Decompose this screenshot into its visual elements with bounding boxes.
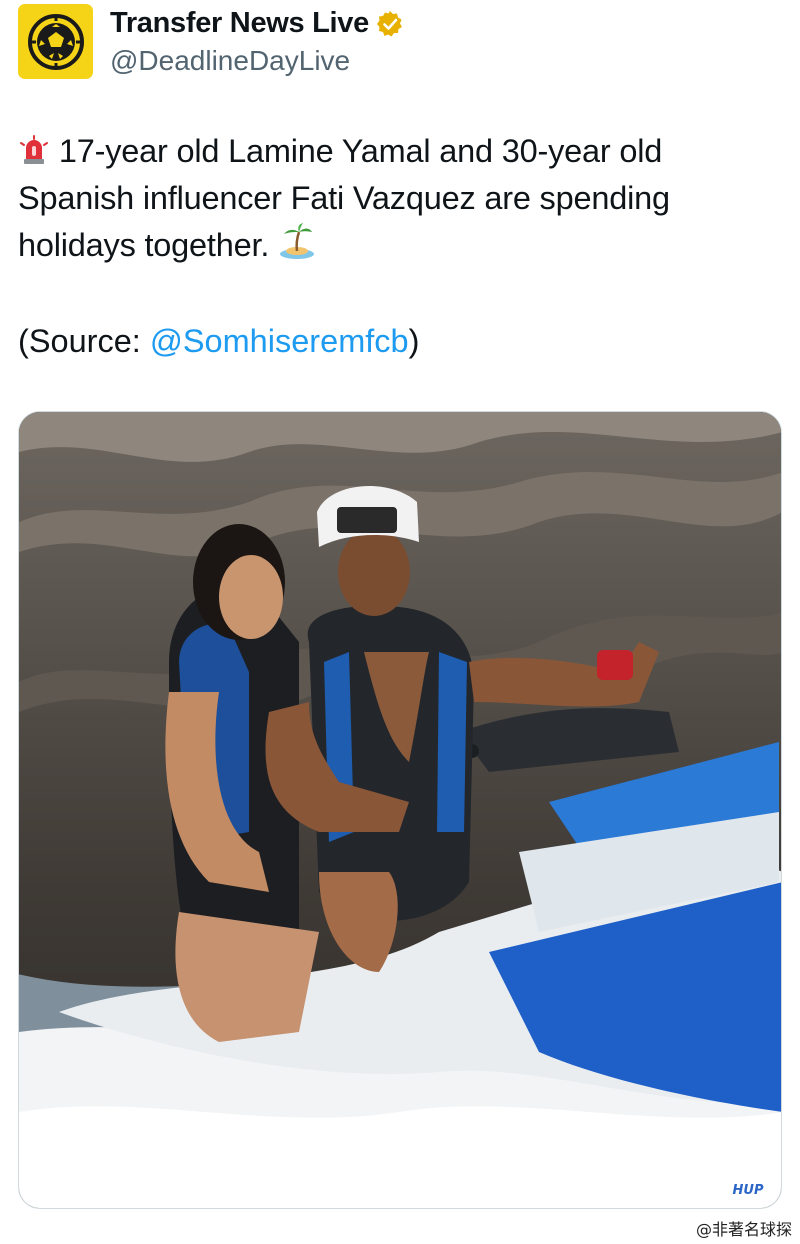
watermark-text: @非著名球探	[695, 1220, 792, 1239]
display-name[interactable]: Transfer News Live	[110, 7, 369, 40]
tweet-line-2: Spanish influencer Fati Vazquez are spen…	[18, 180, 670, 216]
tweet-body: 17-year old Lamine Yamal and 30-year old…	[18, 128, 788, 269]
soccer-ball-icon	[27, 13, 84, 70]
account-avatar[interactable]	[18, 4, 93, 79]
account-handle[interactable]: @DeadlineDayLive	[110, 45, 404, 77]
tweet-line-1: 17-year old Lamine Yamal and 30-year old	[58, 133, 663, 169]
desert-island-icon	[280, 223, 315, 259]
verified-badge-icon[interactable]	[376, 10, 404, 38]
source-line: (Source: @Somhiseremfcb)	[18, 318, 419, 365]
jet-ski-photo	[19, 412, 781, 1208]
tweet-header: Transfer News Live @DeadlineDayLive	[18, 4, 404, 80]
tweet-media-photo[interactable]: HUP	[18, 411, 782, 1209]
source-suffix: )	[408, 323, 420, 359]
source-prefix: (Source:	[18, 323, 150, 359]
hupu-badge: HUP	[725, 1180, 771, 1200]
siren-icon	[20, 135, 48, 164]
tweet-line-3: holidays together.	[18, 227, 270, 263]
source-mention-link[interactable]: @Somhiseremfcb	[150, 323, 409, 359]
